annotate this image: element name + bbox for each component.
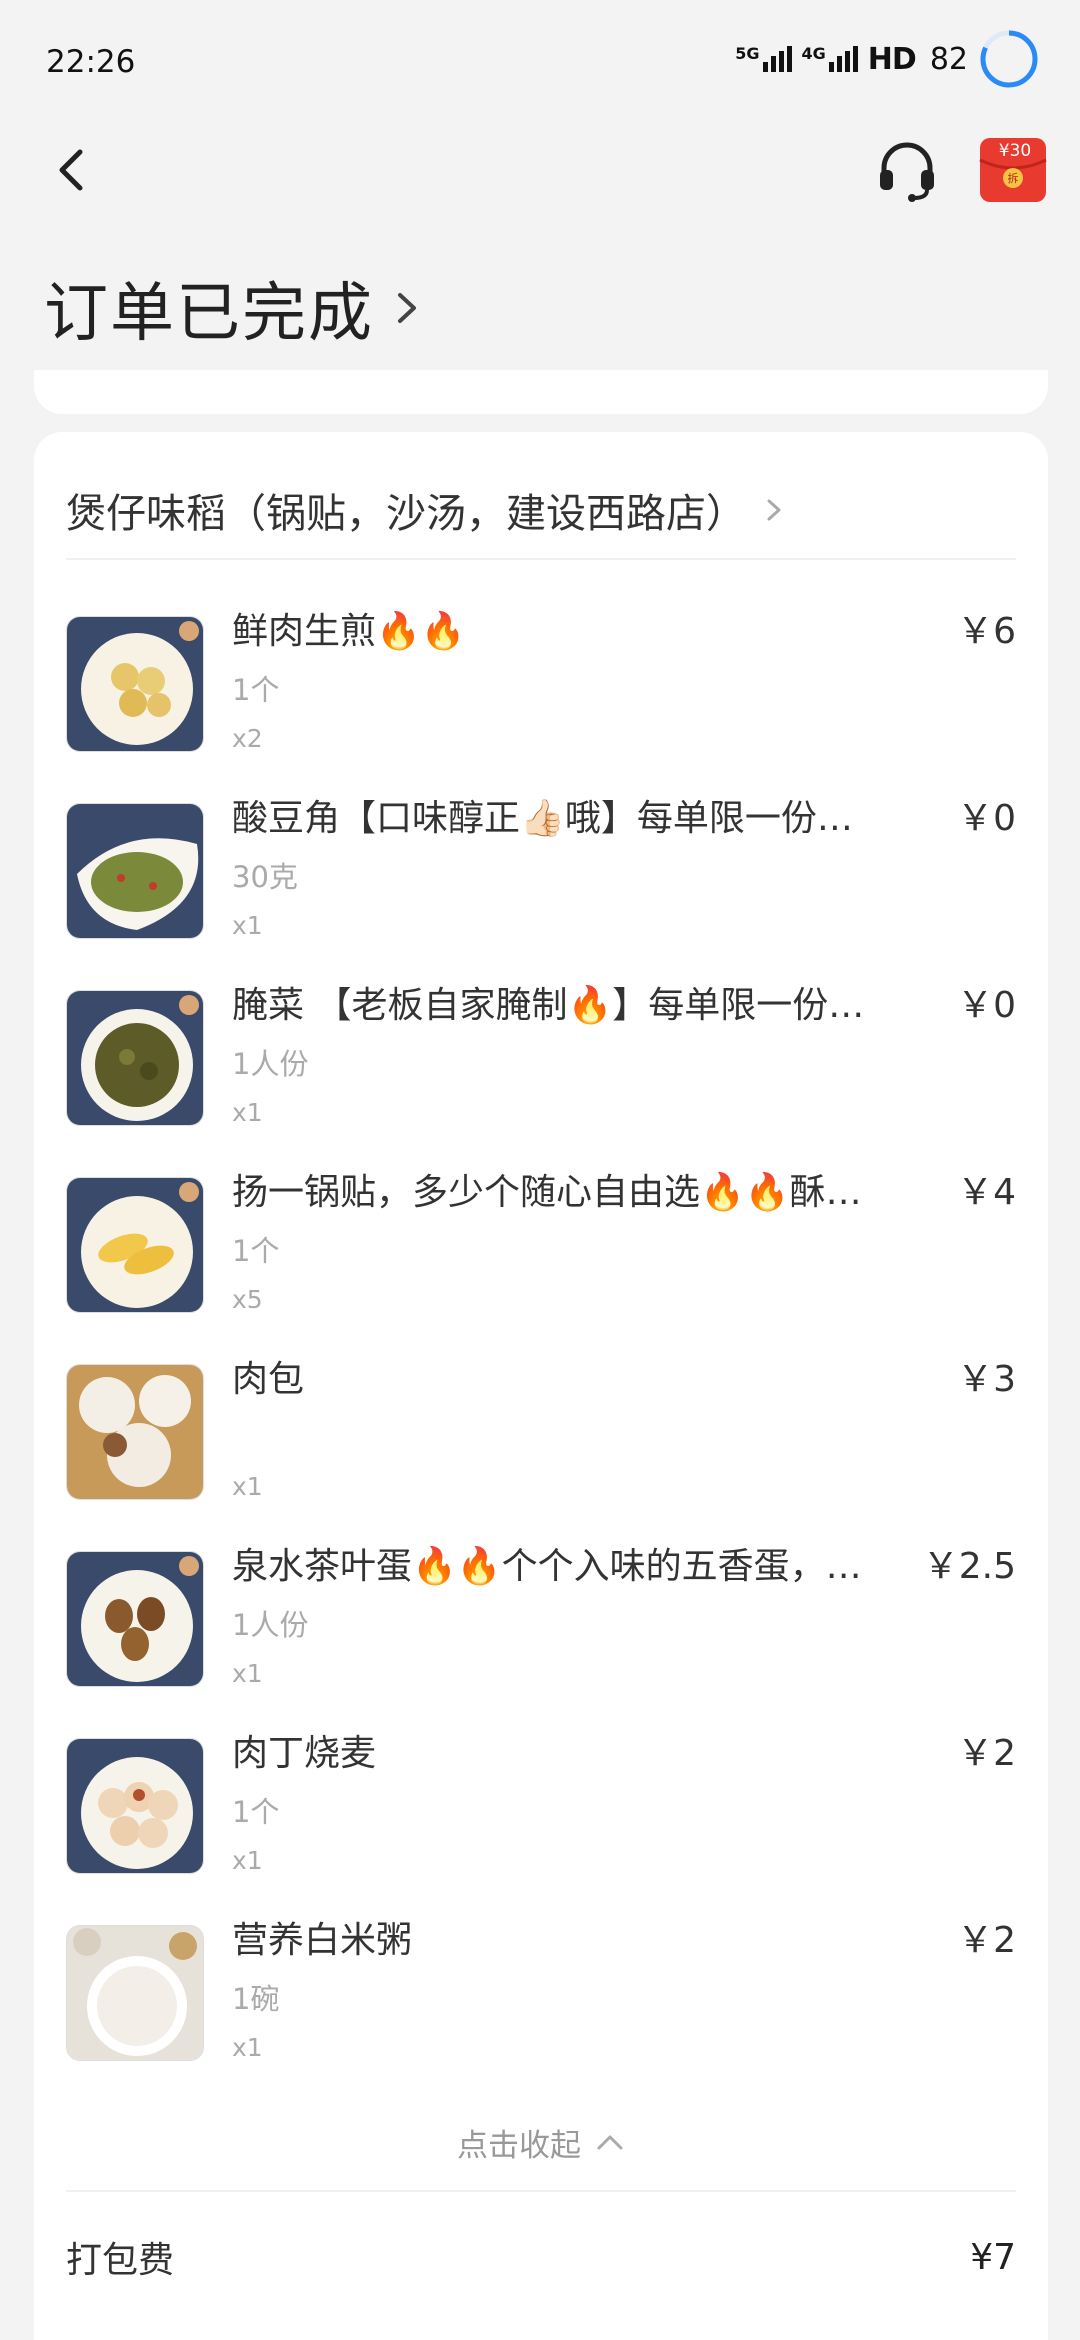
chevron-up-icon bbox=[597, 2135, 623, 2150]
item-price: ￥0 bbox=[957, 985, 1016, 1026]
order-detail-card: 煲仔味稻（锅贴，沙汤，建设西路店） 鲜肉生煎🔥🔥 ￥6 1个 x2 酸豆角【口味… bbox=[34, 432, 1048, 2340]
back-button[interactable] bbox=[50, 140, 100, 200]
item-price: ￥2.5 bbox=[922, 1546, 1016, 1587]
item-spec: 1人份 bbox=[232, 1047, 309, 1081]
svg-text:拆: 拆 bbox=[1008, 171, 1019, 185]
item-image bbox=[66, 1738, 204, 1874]
item-price: ￥3 bbox=[957, 1359, 1016, 1400]
back-arrow-icon bbox=[59, 149, 83, 191]
item-name: 酸豆角【口味醇正👍🏻哦】每单限一份，每单限一份 bbox=[232, 798, 872, 839]
order-item: 扬一锅贴，多少个随心自由选🔥🔥酥脆可口 ￥4 1个 x5 bbox=[66, 1169, 1016, 1339]
red-packet-icon: 拆 ¥30 bbox=[979, 138, 1047, 202]
shop-link[interactable]: 煲仔味稻（锅贴，沙汤，建设西路店） bbox=[66, 460, 1016, 560]
signal-4g-icon: 4G bbox=[802, 46, 858, 72]
divider bbox=[66, 558, 1016, 560]
item-spec: 1碗 bbox=[232, 1982, 280, 2016]
order-status-title: 订单已完成 bbox=[44, 277, 374, 351]
status-bar: 22:26 5G 4G HD 82 bbox=[0, 0, 1080, 120]
item-quantity: x1 bbox=[232, 1846, 263, 1875]
previous-card-bottom bbox=[34, 370, 1048, 414]
item-spec: 30克 bbox=[232, 860, 298, 894]
item-price: ￥2 bbox=[957, 1733, 1016, 1774]
item-quantity: x2 bbox=[232, 724, 263, 753]
item-name: 肉包 bbox=[232, 1359, 305, 1400]
item-image bbox=[66, 1925, 204, 2061]
item-quantity: x1 bbox=[232, 1472, 263, 1501]
shop-name: 煲仔味稻（锅贴，沙汤，建设西路店） bbox=[66, 491, 746, 537]
hd-voice-icon: HD bbox=[867, 41, 917, 77]
item-image bbox=[66, 1551, 204, 1687]
status-icons: 5G 4G HD 82 bbox=[735, 24, 1040, 94]
order-item: 肉丁烧麦 ￥2 1个 x1 bbox=[66, 1730, 1016, 1900]
signal-5g-icon: 5G bbox=[735, 46, 792, 72]
item-name: 泉水茶叶蛋🔥🔥个个入味的五香蛋，入味好吃 bbox=[232, 1546, 872, 1587]
headset-icon bbox=[880, 142, 934, 202]
item-price: ￥2 bbox=[957, 1920, 1016, 1961]
item-image bbox=[66, 616, 204, 752]
order-status-link[interactable]: 订单已完成 bbox=[44, 262, 422, 354]
item-spec: 1个 bbox=[232, 1795, 280, 1829]
item-price: ￥0 bbox=[957, 798, 1016, 839]
order-item: 酸豆角【口味醇正👍🏻哦】每单限一份，每单限一份 ￥0 30克 x1 bbox=[66, 795, 1016, 965]
item-name: 腌菜 【老板自家腌制🔥】每单限一份，每单限一份 bbox=[232, 985, 872, 1026]
collapse-label: 点击收起 bbox=[457, 2127, 581, 2164]
item-image bbox=[66, 990, 204, 1126]
item-image bbox=[66, 803, 204, 939]
top-bar: 拆 ¥30 bbox=[0, 120, 1080, 220]
order-item: 营养白米粥 ￥2 1碗 x1 bbox=[66, 1917, 1016, 2087]
item-name: 营养白米粥 bbox=[232, 1920, 413, 1961]
item-price: ￥4 bbox=[957, 1172, 1016, 1213]
item-image bbox=[66, 1364, 204, 1500]
chevron-right-icon bbox=[398, 293, 416, 323]
item-name: 鲜肉生煎🔥🔥 bbox=[232, 611, 466, 652]
order-item: 泉水茶叶蛋🔥🔥个个入味的五香蛋，入味好吃 ￥2.5 1人份 x1 bbox=[66, 1543, 1016, 1713]
item-quantity: x1 bbox=[232, 1659, 263, 1688]
order-item: 肉包 ￥3 x1 bbox=[66, 1356, 1016, 1526]
customer-service-button[interactable] bbox=[872, 136, 942, 206]
item-spec: 1个 bbox=[232, 673, 280, 707]
chevron-right-icon bbox=[767, 499, 781, 521]
item-quantity: x1 bbox=[232, 911, 263, 940]
red-packet-amount: ¥30 bbox=[999, 141, 1031, 161]
battery-level: 82 bbox=[929, 41, 968, 77]
packing-fee-row: 打包费 ¥7 bbox=[66, 2222, 1016, 2292]
item-quantity: x1 bbox=[232, 1098, 263, 1127]
red-packet-button[interactable]: 拆 ¥30 bbox=[978, 130, 1048, 206]
packing-fee-value: ¥7 bbox=[970, 2236, 1016, 2278]
item-spec: 1人份 bbox=[232, 1608, 309, 1642]
order-item: 鲜肉生煎🔥🔥 ￥6 1个 x2 bbox=[66, 608, 1016, 778]
item-quantity: x1 bbox=[232, 2033, 263, 2062]
battery-ring-icon bbox=[980, 30, 1038, 88]
status-time: 22:26 bbox=[46, 44, 136, 80]
order-item: 腌菜 【老板自家腌制🔥】每单限一份，每单限一份 ￥0 1人份 x1 bbox=[66, 982, 1016, 1152]
item-name: 肉丁烧麦 bbox=[232, 1733, 377, 1774]
item-price: ￥6 bbox=[957, 611, 1016, 652]
item-name: 扬一锅贴，多少个随心自由选🔥🔥酥脆可口 bbox=[232, 1172, 872, 1213]
collapse-button[interactable]: 点击收起 bbox=[34, 2112, 1048, 2172]
item-spec: 1个 bbox=[232, 1234, 280, 1268]
divider bbox=[66, 2190, 1016, 2192]
item-quantity: x5 bbox=[232, 1285, 263, 1314]
packing-fee-label: 打包费 bbox=[66, 2240, 175, 2281]
item-image bbox=[66, 1177, 204, 1313]
